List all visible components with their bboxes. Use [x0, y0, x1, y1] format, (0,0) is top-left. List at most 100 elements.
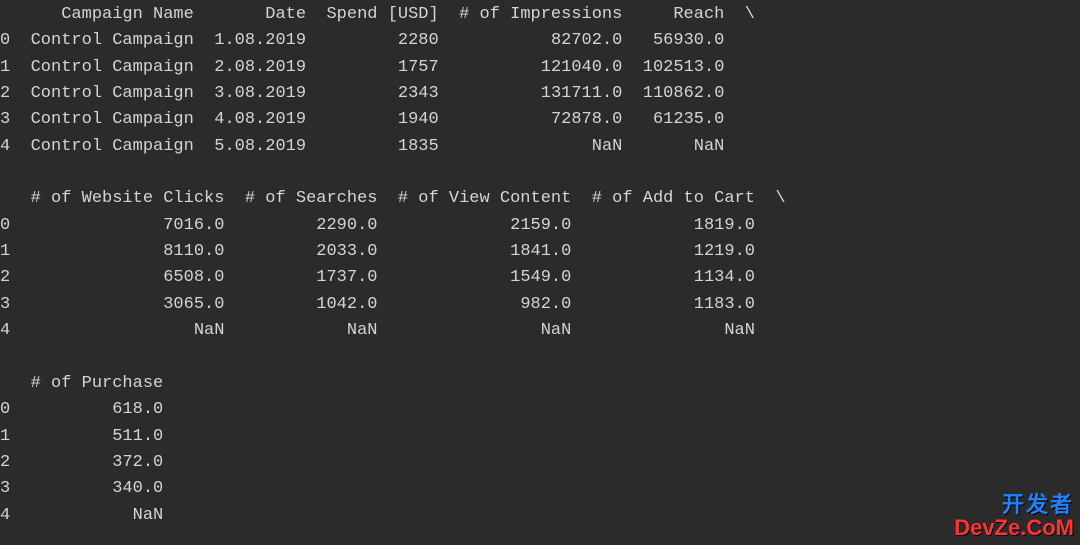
cell-reach: 102513.0 — [643, 58, 725, 77]
cell-purchase: 340.0 — [112, 479, 163, 498]
col-view-content: # of View Content — [398, 189, 571, 208]
block2-row-4: 4 NaN NaN NaN NaN — [0, 321, 786, 340]
cell-idx: 0 — [0, 31, 10, 50]
cell-viewcontent: 982.0 — [520, 295, 571, 314]
block1-row-1: 1 Control Campaign 2.08.2019 1757 121040… — [0, 58, 755, 77]
cell-viewcontent: 1841.0 — [510, 242, 571, 261]
col-add-to-cart: # of Add to Cart — [592, 189, 755, 208]
block2-row-3: 3 3065.0 1042.0 982.0 1183.0 — [0, 295, 786, 314]
watermark-bottom-text: DevZe.CoM — [954, 516, 1074, 539]
cell-reach: NaN — [694, 137, 725, 156]
block3-row-4: 4 NaN — [0, 506, 184, 525]
cell-viewcontent: 2159.0 — [510, 216, 571, 235]
cell-idx: 1 — [0, 58, 10, 77]
cell-impressions: NaN — [592, 137, 623, 156]
cell-purchase: 618.0 — [112, 400, 163, 419]
cell-spend: 2343 — [398, 84, 439, 103]
block1-header-row: Campaign Name Date Spend [USD] # of Impr… — [0, 5, 755, 24]
cell-date: 3.08.2019 — [214, 84, 306, 103]
cell-idx: 3 — [0, 479, 10, 498]
cell-searches: NaN — [347, 321, 378, 340]
col-website-clicks: # of Website Clicks — [31, 189, 225, 208]
col-date: Date — [265, 5, 306, 24]
dataframe-output: Campaign Name Date Spend [USD] # of Impr… — [0, 0, 1080, 529]
cell-impressions: 121040.0 — [541, 58, 623, 77]
cell-date: 2.08.2019 — [214, 58, 306, 77]
cell-viewcontent: NaN — [541, 321, 572, 340]
cell-spend: 1835 — [398, 137, 439, 156]
col-purchase: # of Purchase — [31, 374, 164, 393]
cell-viewcontent: 1549.0 — [510, 268, 571, 287]
cell-clicks: 3065.0 — [163, 295, 224, 314]
cell-searches: 2033.0 — [316, 242, 377, 261]
cell-idx: 3 — [0, 295, 10, 314]
cell-searches: 2290.0 — [316, 216, 377, 235]
col-spend: Spend [USD] — [326, 5, 438, 24]
cell-reach: 56930.0 — [653, 31, 724, 50]
col-idx — [0, 189, 20, 208]
cell-reach: 61235.0 — [653, 110, 724, 129]
cell-campaign: Control Campaign — [31, 137, 194, 156]
cell-searches: 1042.0 — [316, 295, 377, 314]
block1-row-0: 0 Control Campaign 1.08.2019 2280 82702.… — [0, 31, 755, 50]
cell-impressions: 72878.0 — [551, 110, 622, 129]
cell-impressions: 82702.0 — [551, 31, 622, 50]
cell-date: 5.08.2019 — [214, 137, 306, 156]
cell-addtocart: 1219.0 — [694, 242, 755, 261]
cell-addtocart: 1183.0 — [694, 295, 755, 314]
block2-row-2: 2 6508.0 1737.0 1549.0 1134.0 — [0, 268, 786, 287]
cell-campaign: Control Campaign — [31, 110, 194, 129]
cell-reach: 110862.0 — [643, 84, 725, 103]
cell-clicks: 6508.0 — [163, 268, 224, 287]
col-impressions: # of Impressions — [459, 5, 622, 24]
block1-row-2: 2 Control Campaign 3.08.2019 2343 131711… — [0, 84, 755, 103]
block1-row-3: 3 Control Campaign 4.08.2019 1940 72878.… — [0, 110, 755, 129]
cell-clicks: NaN — [194, 321, 225, 340]
cell-addtocart: 1134.0 — [694, 268, 755, 287]
block2-header-row: # of Website Clicks # of Searches # of V… — [0, 189, 786, 208]
cell-idx: 4 — [0, 506, 10, 525]
cell-date: 1.08.2019 — [214, 31, 306, 50]
cell-clicks: 8110.0 — [163, 242, 224, 261]
cell-idx: 4 — [0, 321, 10, 340]
cell-spend: 1940 — [398, 110, 439, 129]
block2-row-0: 0 7016.0 2290.0 2159.0 1819.0 — [0, 216, 786, 235]
cell-idx: 2 — [0, 453, 10, 472]
cell-purchase: NaN — [133, 506, 164, 525]
cell-campaign: Control Campaign — [31, 84, 194, 103]
cell-idx: 4 — [0, 137, 10, 156]
cell-campaign: Control Campaign — [31, 58, 194, 77]
cell-searches: 1737.0 — [316, 268, 377, 287]
cell-clicks: 7016.0 — [163, 216, 224, 235]
watermark-bottom-span: DevZe.CoM — [954, 515, 1074, 540]
watermark-logo: 开发者 DevZe.CoM — [954, 493, 1074, 539]
cell-addtocart: NaN — [724, 321, 755, 340]
cell-idx: 0 — [0, 216, 10, 235]
cell-idx: 1 — [0, 427, 10, 446]
cell-purchase: 511.0 — [112, 427, 163, 446]
watermark-top-text: 开发者 — [954, 493, 1074, 516]
block3-row-2: 2 372.0 — [0, 453, 184, 472]
cell-purchase: 372.0 — [112, 453, 163, 472]
cell-spend: 2280 — [398, 31, 439, 50]
col-idx — [0, 5, 20, 24]
block3-row-0: 0 618.0 — [0, 400, 184, 419]
block3-row-1: 1 511.0 — [0, 427, 184, 446]
col-searches: # of Searches — [245, 189, 378, 208]
block1-row-4: 4 Control Campaign 5.08.2019 1835 NaN Na… — [0, 137, 755, 156]
cell-idx: 1 — [0, 242, 10, 261]
cell-idx: 0 — [0, 400, 10, 419]
block3-header-row: # of Purchase — [0, 374, 184, 393]
cell-idx: 2 — [0, 84, 10, 103]
cell-date: 4.08.2019 — [214, 110, 306, 129]
cell-impressions: 131711.0 — [541, 84, 623, 103]
cell-spend: 1757 — [398, 58, 439, 77]
col-reach: Reach — [673, 5, 724, 24]
cell-addtocart: 1819.0 — [694, 216, 755, 235]
cell-idx: 2 — [0, 268, 10, 287]
col-idx — [0, 374, 20, 393]
cell-idx: 3 — [0, 110, 10, 129]
cell-campaign: Control Campaign — [31, 31, 194, 50]
col-campaign-name: Campaign Name — [61, 5, 194, 24]
col-continuation: \ — [745, 5, 755, 24]
